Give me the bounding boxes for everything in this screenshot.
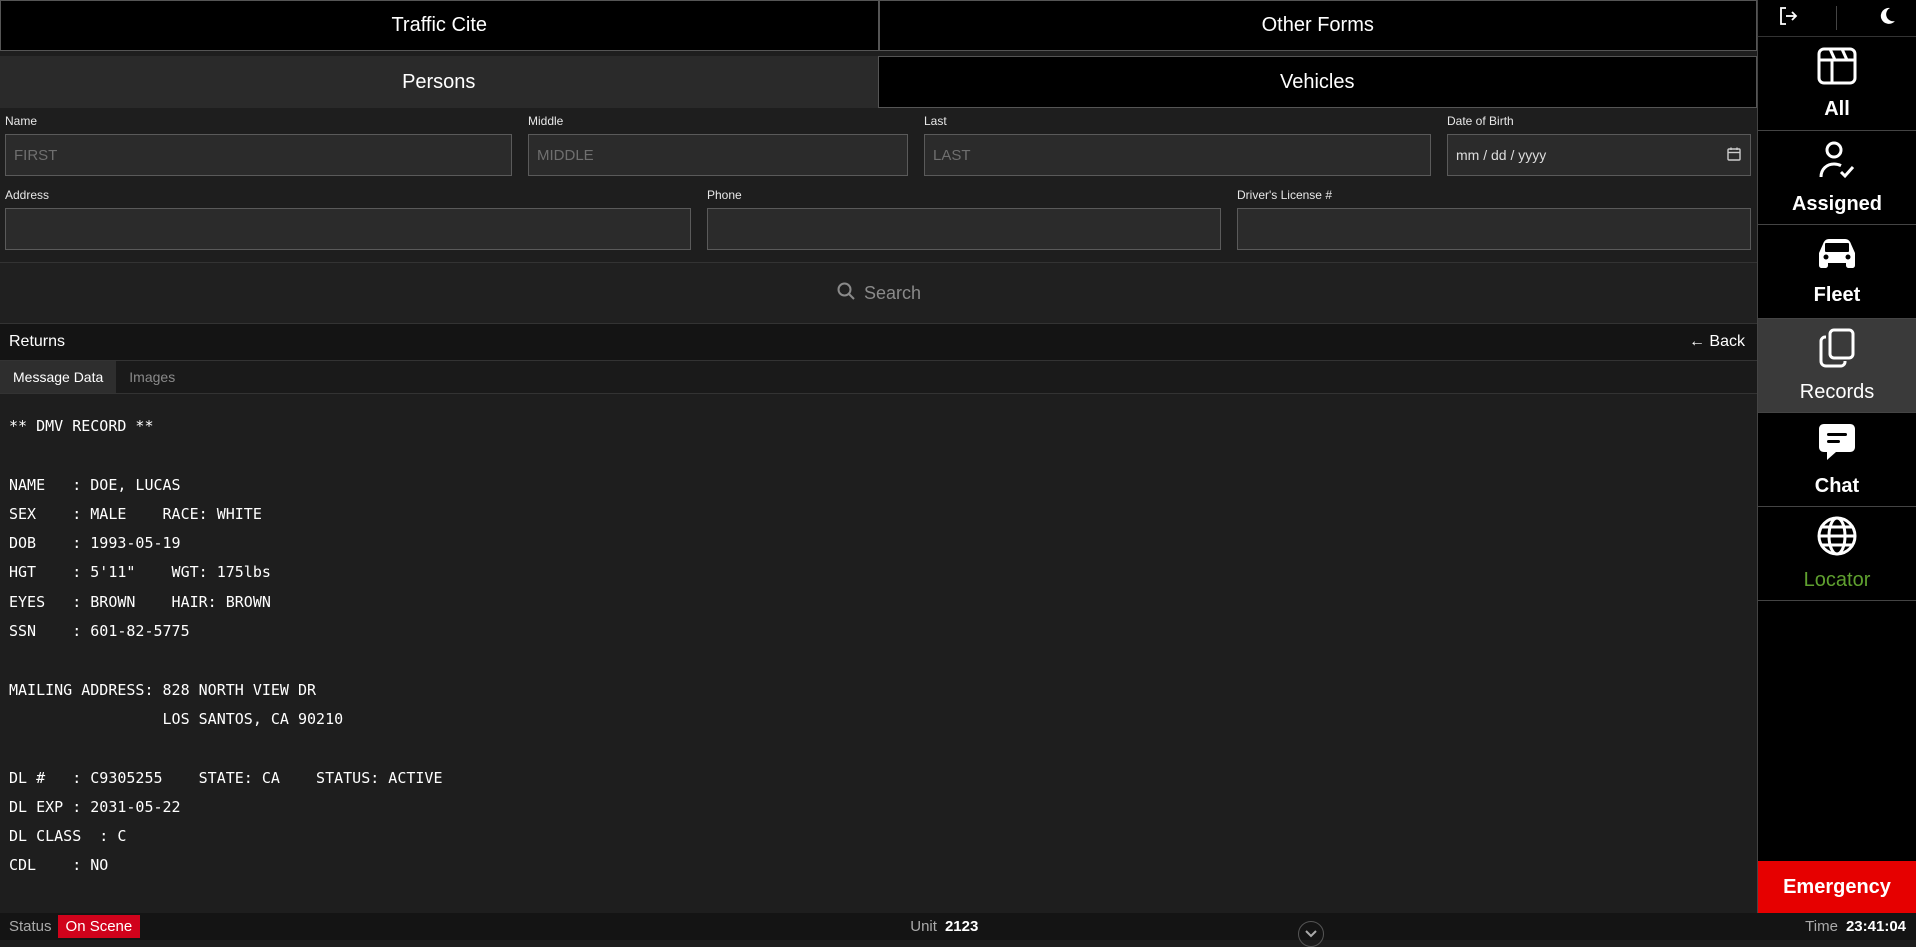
calendar-icon[interactable] [1726, 146, 1742, 165]
sidebar-item-label: Chat [1814, 475, 1860, 497]
sidebar-item-all[interactable]: All [1758, 37, 1916, 131]
dob-label: Date of Birth [1447, 114, 1514, 128]
middle-name-input[interactable] [528, 134, 908, 176]
sidebar-item-label: All [1824, 98, 1850, 120]
dob-input[interactable]: mm / dd / yyyy [1447, 134, 1751, 176]
form-tabs-row: Traffic Cite Other Forms [0, 0, 1757, 51]
sidebar-item-label: Locator [1803, 569, 1871, 591]
lookup-tabs-row: Persons Vehicles [0, 56, 1757, 108]
dob-placeholder: mm / dd / yyyy [1456, 147, 1547, 163]
last-label: Last [924, 114, 947, 128]
unit-label: Unit [910, 918, 937, 935]
last-name-input[interactable] [924, 134, 1431, 176]
person-search-form: Name Middle Last Date of Birth mm / dd /… [0, 114, 1757, 250]
unit-value: 2123 [944, 918, 979, 935]
tab-message-data[interactable]: Message Data [0, 361, 117, 393]
sidebar: All Assigned Fleet Records Chat Locator … [1757, 0, 1916, 913]
search-icon [836, 281, 856, 306]
sidebar-item-fleet[interactable]: Fleet [1758, 225, 1916, 319]
sidebar-item-label: Assigned [1791, 193, 1883, 215]
sidebar-item-records[interactable]: Records [1758, 319, 1916, 413]
tab-images[interactable]: Images [116, 361, 188, 393]
sidebar-item-label: Records [1799, 381, 1875, 403]
sidebar-item-label: Fleet [1813, 284, 1861, 306]
dmv-record-text: ** DMV RECORD ** NAME : DOE, LUCAS SEX :… [9, 417, 443, 875]
first-name-input[interactable] [5, 134, 512, 176]
chevron-down-icon[interactable] [1298, 920, 1325, 947]
search-label: Search [863, 282, 922, 303]
tab-other-forms[interactable]: Other Forms [878, 0, 1757, 51]
middle-label: Middle [528, 114, 564, 128]
address-label: Address [5, 188, 50, 202]
time-value: 23:41:04 [1845, 918, 1906, 935]
main-panel: Traffic Cite Other Forms Persons Vehicle… [0, 0, 1757, 913]
returns-title: Returns [9, 333, 66, 350]
sidebar-item-locator[interactable]: Locator [1758, 507, 1916, 601]
dl-input[interactable] [1237, 208, 1751, 250]
chat-icon [1816, 421, 1858, 469]
returns-tabs: Message Data Images [0, 361, 1757, 394]
phone-label: Phone [707, 188, 742, 202]
phone-input[interactable] [707, 208, 1221, 250]
search-button[interactable]: Search [0, 262, 1757, 324]
tab-traffic-cite[interactable]: Traffic Cite [0, 0, 879, 51]
logout-icon[interactable] [1777, 5, 1799, 32]
tab-vehicles[interactable]: Vehicles [877, 56, 1757, 108]
time-label: Time [1805, 918, 1838, 935]
sidebar-item-chat[interactable]: Chat [1758, 413, 1916, 507]
status-label: Status [9, 918, 52, 935]
name-label: Name [5, 114, 38, 128]
car-icon [1815, 236, 1859, 278]
back-link[interactable]: ← Back [1689, 333, 1745, 351]
sidebar-item-assigned[interactable]: Assigned [1758, 131, 1916, 225]
emergency-button[interactable]: Emergency [1758, 861, 1916, 913]
layout-icon [1816, 46, 1858, 92]
divider [1836, 6, 1838, 30]
sidebar-top-actions [1758, 0, 1916, 37]
address-input[interactable] [5, 208, 691, 250]
dl-label: Driver's License # [1237, 188, 1332, 202]
moon-icon[interactable] [1875, 5, 1897, 32]
copy-icon [1817, 327, 1857, 375]
user-check-icon [1816, 139, 1858, 187]
returns-header: Returns ← Back [0, 324, 1757, 361]
status-badge[interactable]: On Scene [57, 915, 141, 938]
status-bar: Status On Scene Unit 2123 Time 23:41:04 [0, 913, 1916, 947]
globe-icon [1816, 515, 1858, 563]
tab-persons[interactable]: Persons [0, 56, 878, 108]
